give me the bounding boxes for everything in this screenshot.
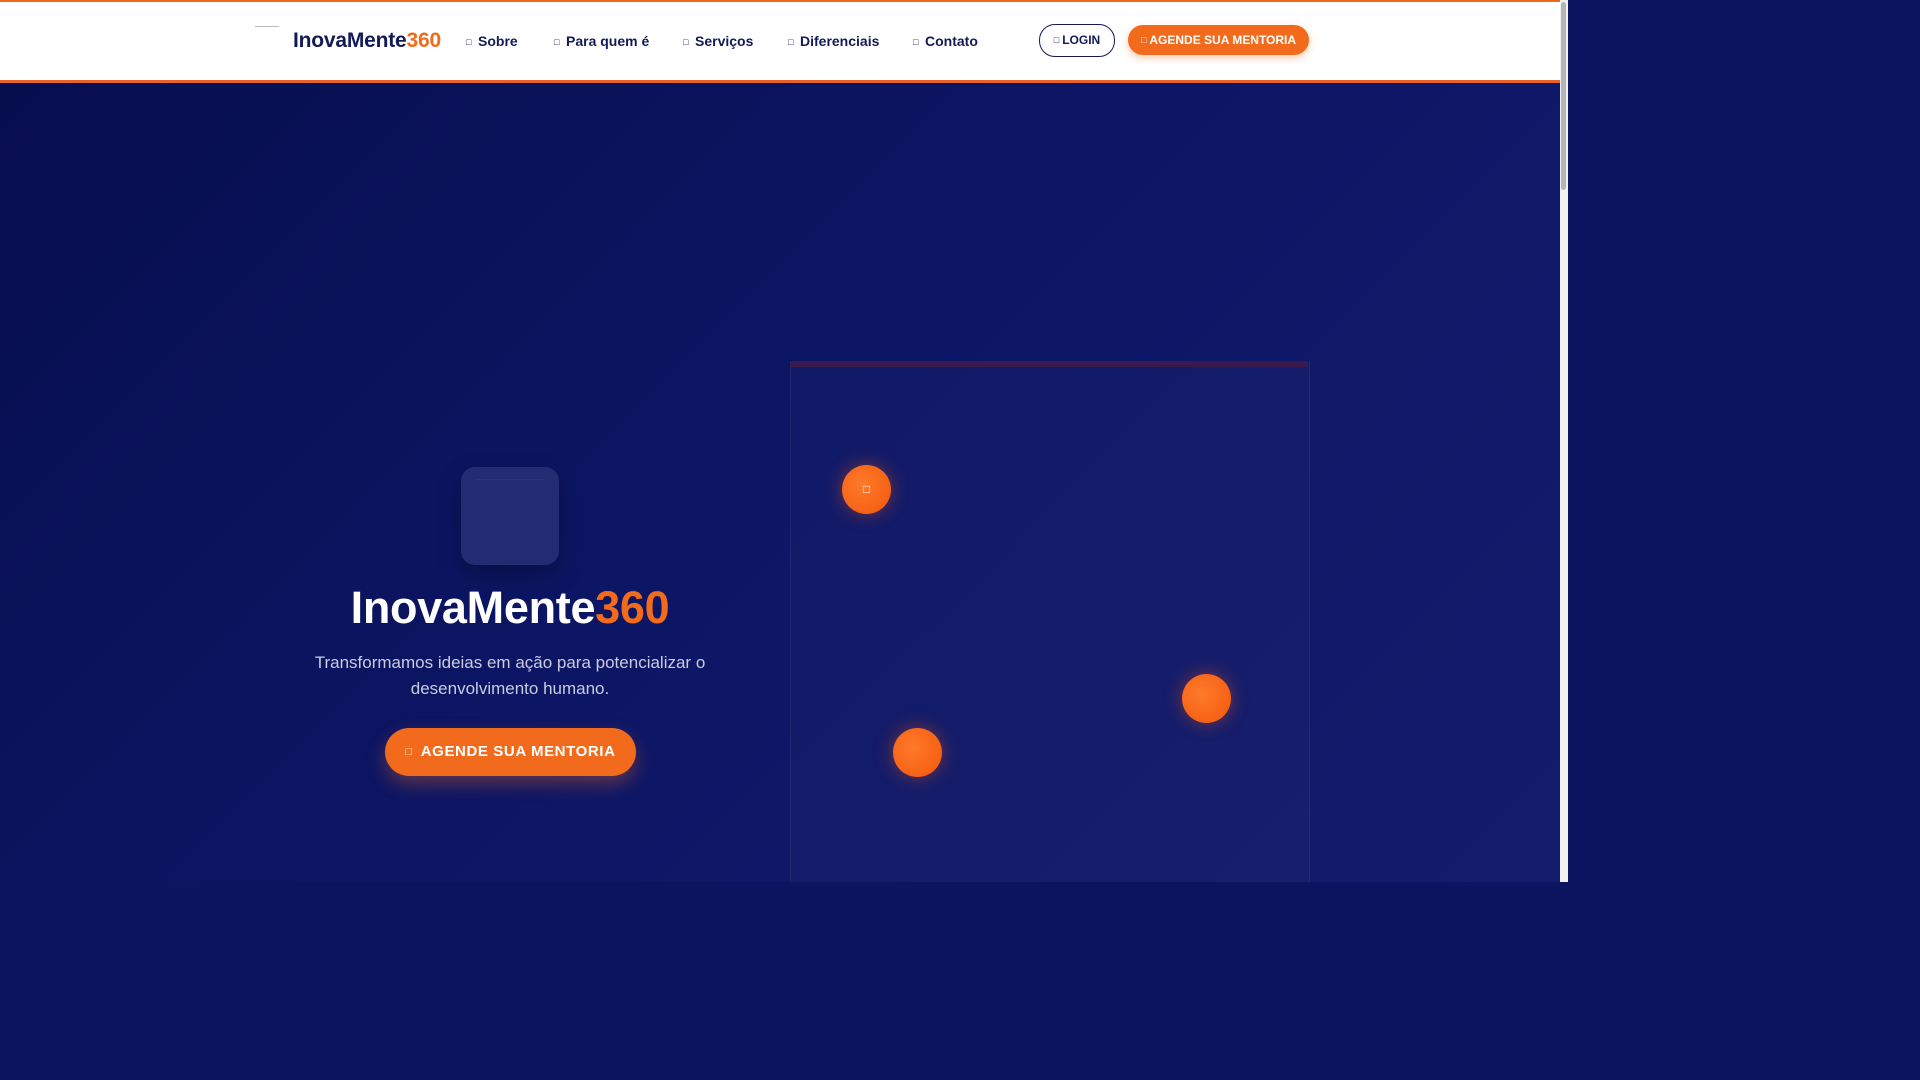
site-header: InovaMente360 □ Sobre □ Para quem é □ Servi… xyxy=(0,2,1560,80)
sign-in-icon: □ xyxy=(1053,35,1060,45)
feature-dot-star[interactable]: □ xyxy=(842,465,891,514)
star-icon: □ xyxy=(788,37,794,47)
info-icon: □ xyxy=(466,37,472,47)
nav-item-label: Contato xyxy=(925,33,978,49)
users-icon: □ xyxy=(554,37,560,47)
brand-logo-text[interactable]: InovaMente360 xyxy=(293,29,441,53)
nav-item-label: Diferenciais xyxy=(800,33,880,49)
nav-item-para-quem-e[interactable]: □ Para quem é xyxy=(554,33,649,49)
briefcase-icon: □ xyxy=(683,37,689,47)
calendar-icon: □ xyxy=(405,746,413,758)
hero-section: InovaMente360 Transformamos ideias em aç… xyxy=(0,83,1560,882)
nav-item-label: Sobre xyxy=(478,33,518,49)
hero-subtitle: Transformamos ideias em ação para potenc… xyxy=(314,653,706,698)
nav-item-servicos[interactable]: □ Serviços xyxy=(683,33,753,49)
hero-logo-box xyxy=(461,467,559,565)
hero-title-accent: 360 xyxy=(595,582,670,633)
hero-agende-mentoria-button[interactable]: □ AGENDE SUA MENTORIA xyxy=(385,728,636,776)
header-cta-label: AGENDE SUA MENTORIA xyxy=(1149,33,1297,47)
card-top-bar xyxy=(790,361,1308,367)
header-agende-mentoria-button[interactable]: □ AGENDE SUA MENTORIA xyxy=(1128,25,1309,55)
logo-box-line xyxy=(475,479,545,480)
hero-cta-label: AGENDE SUA MENTORIA xyxy=(420,743,616,760)
brand-main: InovaMente xyxy=(293,29,407,52)
feature-dot-2[interactable] xyxy=(1182,674,1231,723)
login-button[interactable]: □ LOGIN xyxy=(1039,24,1115,57)
hero-title: InovaMente360 xyxy=(260,582,760,634)
logo-icon[interactable] xyxy=(255,26,279,27)
nav-item-diferenciais[interactable]: □ Diferenciais xyxy=(788,33,879,49)
nav-item-label: Para quem é xyxy=(566,33,650,49)
feature-dot-3[interactable] xyxy=(893,728,942,777)
nav-item-sobre[interactable]: □ Sobre xyxy=(466,33,518,49)
hero-visual-card xyxy=(790,361,1310,882)
brand-accent: 360 xyxy=(406,29,442,52)
calendar-icon: □ xyxy=(1140,35,1147,45)
nav-item-contato[interactable]: □ Contato xyxy=(913,33,978,49)
envelope-icon: □ xyxy=(913,37,919,47)
star-icon: □ xyxy=(862,482,871,496)
hero-title-main: InovaMente xyxy=(350,582,596,633)
nav-item-label: Serviços xyxy=(695,33,754,49)
scrollbar-thumb[interactable] xyxy=(1561,2,1566,190)
login-button-label: LOGIN xyxy=(1062,33,1101,47)
